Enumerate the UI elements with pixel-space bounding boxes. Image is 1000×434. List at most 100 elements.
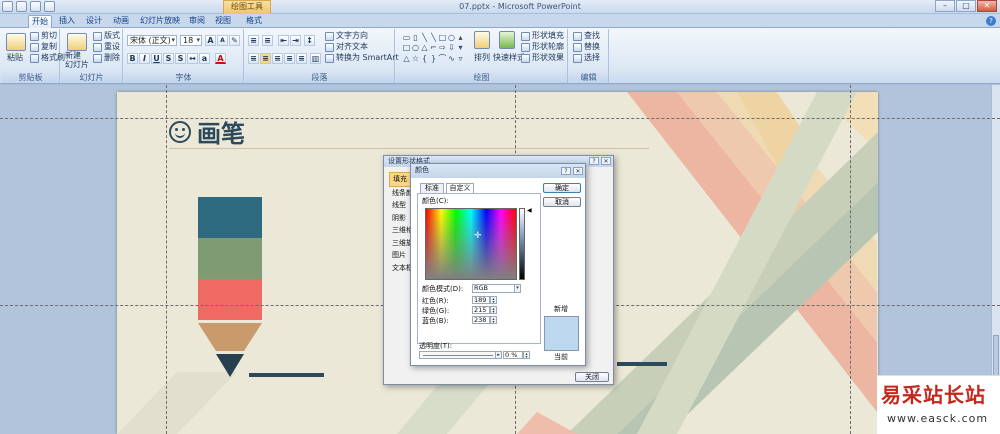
brace2-shape-icon[interactable]: } <box>429 54 438 63</box>
shrink-font-button[interactable]: A <box>217 35 228 46</box>
vtextbox-shape-icon[interactable]: ▯ <box>411 33 420 42</box>
justify-icon[interactable]: ≡ <box>284 53 295 64</box>
blue-spinner-icon[interactable]: ▴ ▾ <box>490 316 497 324</box>
rect-shape-icon[interactable]: □ <box>438 33 447 42</box>
help-icon[interactable]: ? <box>986 16 996 26</box>
more-shapes-icon[interactable]: ▴ <box>456 33 465 42</box>
shadow-text-icon[interactable]: S <box>175 53 186 64</box>
tab-insert[interactable]: 插入 <box>56 15 78 28</box>
shape-outline-button[interactable]: 形状轮廓 <box>521 42 564 52</box>
color-close-x-button[interactable]: ✕ <box>573 167 583 175</box>
tab-format[interactable]: 格式 <box>243 15 265 28</box>
customize-qat-icon[interactable] <box>44 1 55 12</box>
distribute-icon[interactable]: ≡ <box>296 53 307 64</box>
format-painter-button[interactable]: 格式刷 <box>30 53 65 63</box>
format-shape-close-button[interactable]: 关闭 <box>575 372 609 382</box>
change-case-icon[interactable]: a <box>199 53 210 64</box>
pencil-tip[interactable] <box>198 323 262 378</box>
copy-button[interactable]: 复制 <box>30 42 57 52</box>
delete-slide-button[interactable]: 删除 <box>93 53 120 63</box>
tri2-shape-icon[interactable]: △ <box>402 54 411 63</box>
luminance-arrow-icon[interactable]: ◀ <box>527 208 532 214</box>
strikethrough-button[interactable]: S <box>163 53 174 64</box>
shapes-gallery[interactable]: ▭ ▯ ╲ ╲ □ ○ ▴ □ ○ △ ⌐ ⇨ ⇩ ▾ △ ☆{} ⌒ ∿ ▿ <box>402 33 470 63</box>
blue-input[interactable]: 238 <box>472 316 490 324</box>
increase-indent-icon[interactable]: ⇥ <box>290 35 301 46</box>
pencil-line[interactable] <box>249 373 324 377</box>
luminance-bar[interactable] <box>519 208 525 280</box>
close-button[interactable]: ✕ <box>977 0 997 12</box>
arrange-button[interactable]: 排列 <box>474 53 490 63</box>
grow-font-button[interactable]: A <box>205 35 216 46</box>
slide-title[interactable]: 画笔 <box>169 114 245 149</box>
align-text-button[interactable]: 对齐文本 <box>325 42 368 52</box>
transparency-spinner-icon[interactable]: ▴ ▾ <box>523 351 530 359</box>
new-slide-button[interactable]: 新建 幻灯片 <box>65 51 91 69</box>
cancel-button[interactable]: 取消 <box>543 197 581 207</box>
align-center-icon[interactable]: ≡ <box>260 53 271 64</box>
color-spectrum[interactable] <box>425 208 517 280</box>
font-name-combo[interactable]: 宋体 (正文) <box>127 35 177 46</box>
font-color-button[interactable]: A <box>215 53 226 64</box>
oval-shape-icon[interactable]: ○ <box>447 33 456 42</box>
bold-button[interactable]: B <box>127 53 138 64</box>
pencil-segment-3[interactable] <box>198 279 262 320</box>
layout-button[interactable]: 版式 <box>93 31 120 41</box>
convert-smartart-button[interactable]: 转换为 SmartArt <box>325 53 399 63</box>
shape-effects-button[interactable]: 形状效果 <box>521 53 564 63</box>
undo-icon[interactable] <box>16 1 27 12</box>
slider-right-arrow-icon[interactable]: ▸ <box>495 351 502 359</box>
line2-shape-icon[interactable]: ╲ <box>429 33 438 42</box>
text-direction-button[interactable]: 文字方向 <box>325 31 368 41</box>
more2-shapes-icon[interactable]: ▾ <box>456 43 465 52</box>
tab-home[interactable]: 开始 <box>28 15 52 28</box>
decrease-indent-icon[interactable]: ⇤ <box>278 35 289 46</box>
arrow-shape-icon[interactable]: ⇨ <box>438 43 447 52</box>
clear-format-icon[interactable]: ✎ <box>229 35 240 46</box>
columns-icon[interactable]: ▥ <box>310 53 321 64</box>
tab-review[interactable]: 审阅 <box>186 15 208 28</box>
paste-icon[interactable] <box>6 33 26 51</box>
star-shape-icon[interactable]: ☆ <box>411 54 420 63</box>
cut-button[interactable]: 剪切 <box>30 31 57 41</box>
ok-button[interactable]: 确定 <box>543 183 581 193</box>
tab-animations[interactable]: 动画 <box>110 15 132 28</box>
maximize-button[interactable]: □ <box>956 0 976 12</box>
line-spacing-icon[interactable]: ↕ <box>304 35 315 46</box>
bullets-icon[interactable]: ≡ <box>248 35 259 46</box>
green-input[interactable]: 215 <box>472 306 490 314</box>
expand-shapes-icon[interactable]: ▿ <box>456 54 465 63</box>
dialog-help-button[interactable]: ? <box>589 157 599 165</box>
second-line[interactable] <box>617 362 667 366</box>
pencil-segment-1[interactable] <box>198 197 262 238</box>
arc-shape-icon[interactable]: ⌒ <box>438 54 447 63</box>
line-shape-icon[interactable]: ╲ <box>420 33 429 42</box>
tri-shape-icon[interactable]: △ <box>420 43 429 52</box>
replace-button[interactable]: 替换 <box>573 42 600 52</box>
char-spacing-icon[interactable]: ↔ <box>187 53 198 64</box>
elbow-shape-icon[interactable]: ⌐ <box>429 43 438 52</box>
new-slide-icon[interactable] <box>67 33 87 51</box>
align-right-icon[interactable]: ≡ <box>272 53 283 64</box>
shape-fill-button[interactable]: 形状填充 <box>521 31 564 41</box>
rect2-shape-icon[interactable]: □ <box>402 43 411 52</box>
brace-shape-icon[interactable]: { <box>420 54 429 63</box>
green-spinner-icon[interactable]: ▴ ▾ <box>490 306 497 314</box>
red-spinner-icon[interactable]: ▴ ▾ <box>490 296 497 304</box>
arrange-icon[interactable] <box>474 31 490 49</box>
color-model-dropdown-icon[interactable]: ▾ <box>514 284 521 293</box>
select-button[interactable]: 选择 <box>573 53 600 63</box>
pencil-segment-2[interactable] <box>198 238 262 279</box>
redo-icon[interactable] <box>30 1 41 12</box>
tab-standard[interactable]: 标准 <box>420 183 444 193</box>
arrow2-shape-icon[interactable]: ⇩ <box>447 43 456 52</box>
tab-design[interactable]: 设计 <box>83 15 105 28</box>
red-input[interactable]: 189 <box>472 296 490 304</box>
save-icon[interactable] <box>2 1 13 12</box>
quick-styles-icon[interactable] <box>499 31 515 49</box>
tab-view[interactable]: 视图 <box>212 15 234 28</box>
numbering-icon[interactable]: ≡ <box>262 35 273 46</box>
underline-button[interactable]: U <box>151 53 162 64</box>
dialog-close-x-button[interactable]: ✕ <box>601 157 611 165</box>
transparency-slider[interactable] <box>419 351 497 359</box>
